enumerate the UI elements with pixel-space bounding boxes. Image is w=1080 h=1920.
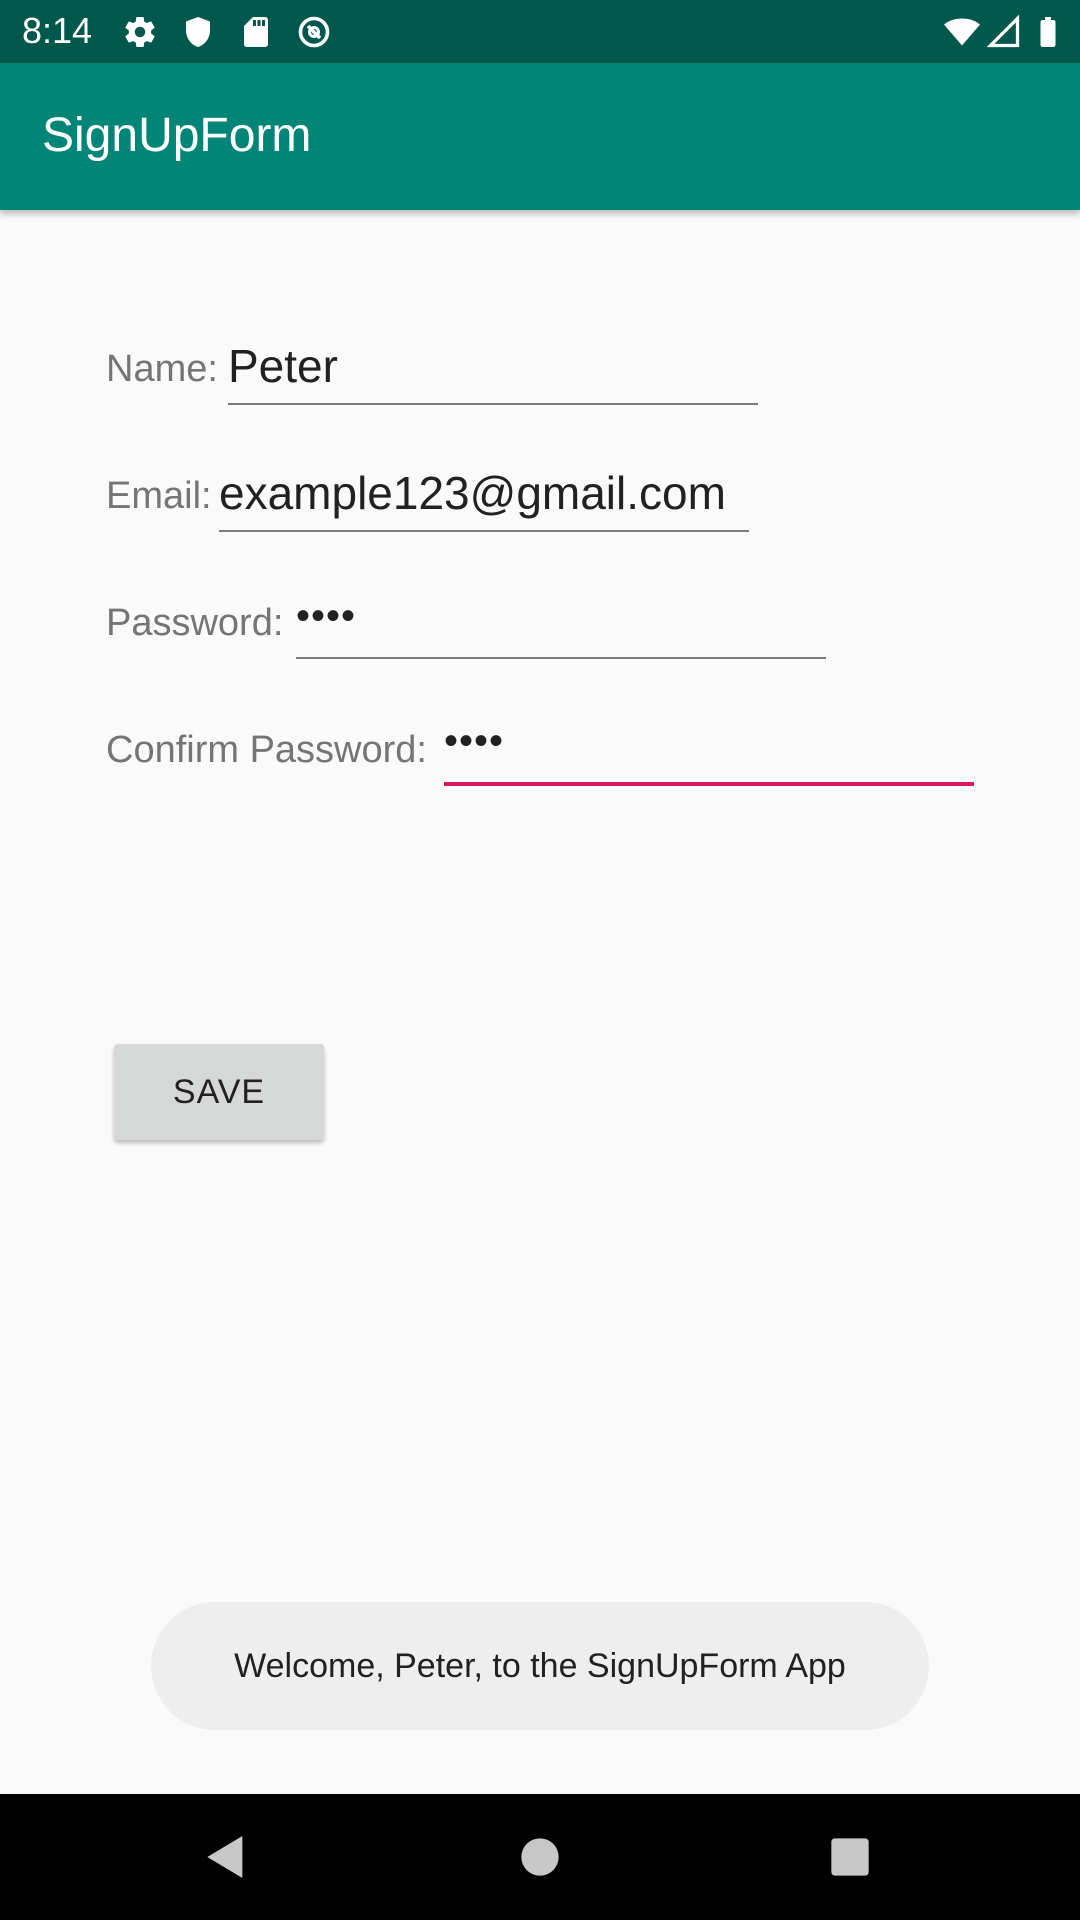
no-sync-icon xyxy=(296,14,332,50)
email-label: Email: xyxy=(106,475,212,517)
navigation-bar xyxy=(0,1794,1080,1920)
signal-icon xyxy=(986,14,1022,50)
status-bar: 8:14 xyxy=(0,0,1080,63)
email-field[interactable]: example123@gmail.com xyxy=(219,460,749,532)
gear-icon xyxy=(122,14,158,50)
home-icon[interactable] xyxy=(512,1829,568,1885)
toast-message: Welcome, Peter, to the SignUpForm App xyxy=(151,1602,929,1730)
name-value: Peter xyxy=(228,340,338,392)
password-row: Password: •••• xyxy=(106,589,826,659)
recents-icon[interactable] xyxy=(822,1829,878,1885)
password-label: Password: xyxy=(106,602,284,644)
confirm-password-field[interactable]: •••• xyxy=(444,712,974,786)
password-value: •••• xyxy=(296,594,357,638)
name-label: Name: xyxy=(106,348,218,390)
password-field[interactable]: •••• xyxy=(296,587,826,659)
confirm-password-row: Confirm Password: •••• xyxy=(106,716,974,786)
battery-icon xyxy=(1030,14,1066,50)
confirm-password-value: •••• xyxy=(444,719,505,763)
sd-card-icon xyxy=(238,14,274,50)
name-row: Name: Peter xyxy=(106,335,758,405)
status-time: 8:14 xyxy=(22,10,93,51)
confirm-password-label: Confirm Password: xyxy=(106,729,427,771)
wifi-icon xyxy=(944,14,980,50)
email-row: Email: example123@gmail.com xyxy=(106,462,749,532)
back-icon[interactable] xyxy=(198,1829,254,1885)
save-button[interactable]: SAVE xyxy=(114,1044,324,1140)
app-bar: SignUpForm xyxy=(0,63,1080,210)
name-field[interactable]: Peter xyxy=(228,333,758,405)
app-title: SignUpForm xyxy=(42,109,312,162)
email-value: example123@gmail.com xyxy=(219,467,726,519)
shield-icon xyxy=(180,14,216,50)
